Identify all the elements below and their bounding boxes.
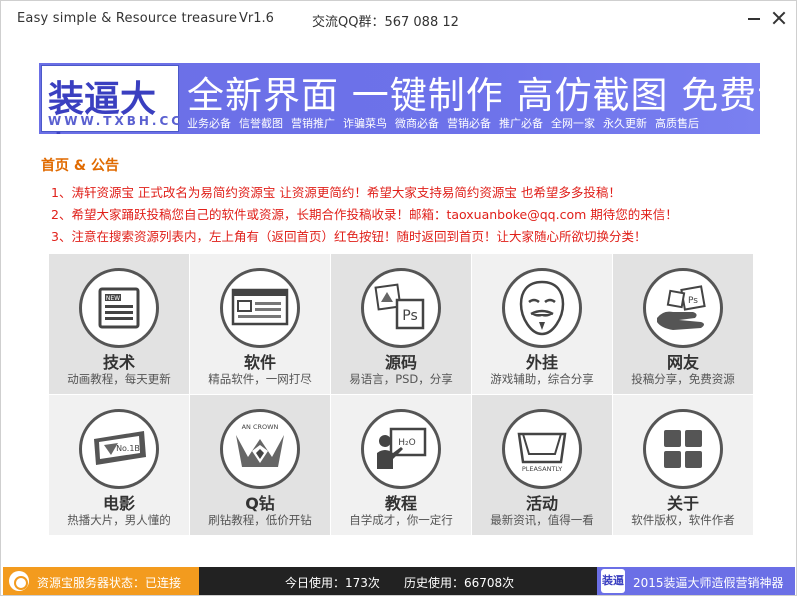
notice-item: 2、希望大家踊跃投稿您自己的软件或资源，长期合作投稿收录！邮箱：taoxuanb… — [51, 207, 678, 222]
promo-banner[interactable]: 装逼大师 WWW.TXBH.CC 全新界面 一键制作 高仿截图 免费试用 业务必… — [39, 63, 760, 134]
banner-logo: 装逼大师 WWW.TXBH.CC — [41, 65, 180, 134]
banner-tag: 营销必备 — [447, 117, 491, 130]
tile-desc: 投稿分享，免费资源 — [631, 372, 735, 386]
history-usage: 历史使用：66708次 — [404, 576, 515, 590]
teacher-board-icon: H₂O — [361, 409, 441, 489]
svg-text:No.1B: No.1B — [116, 444, 140, 453]
connection-icon — [9, 571, 29, 591]
tile-netfriend[interactable]: Ps 网友 投稿分享，免费资源 — [613, 254, 753, 394]
banner-tag: 高质售后 — [655, 117, 699, 130]
svg-text:Ps: Ps — [688, 296, 698, 306]
app-window: Easy simple & Resource treasure Vr1.6 交流… — [0, 0, 797, 596]
tile-cheat[interactable]: 外挂 游戏辅助，综合分享 — [472, 254, 612, 394]
banner-tag: 业务必备 — [187, 117, 231, 130]
banner-tag: 永久更新 — [603, 117, 647, 130]
tile-title: 电影 — [102, 494, 135, 513]
film-icon: No.1B — [79, 409, 159, 489]
tile-title: Q钻 — [245, 494, 275, 513]
tile-title: 外挂 — [525, 353, 558, 372]
software-window-icon — [220, 268, 300, 348]
tile-title: 技术 — [102, 353, 135, 372]
banner-tags: 业务必备 信誉截图 营销推广 诈骗菜鸟 微商必备 营销必备 推广必备 全网一家 … — [187, 115, 699, 131]
tile-title: 关于 — [666, 494, 699, 513]
today-usage: 今日使用：173次 — [285, 576, 380, 590]
crown-caption: AN CROWN — [242, 423, 279, 431]
banner-tag: 诈骗菜鸟 — [343, 117, 387, 130]
tile-desc: 最新资讯，值得一看 — [490, 513, 594, 527]
tile-desc: 软件版权，软件作者 — [631, 513, 735, 527]
hand-icon: Ps — [643, 268, 723, 348]
tile-desc: 热播大片，男人懂的 — [67, 513, 171, 527]
tile-software[interactable]: 软件 精品软件，一网打尽 — [190, 254, 330, 394]
promo-logo-icon: 装逼 — [601, 569, 625, 593]
banner-slogan: 全新界面 一键制作 高仿截图 免费试用 — [187, 74, 760, 117]
photoshop-icon: Ps — [361, 268, 441, 348]
tile-title: 软件 — [243, 353, 276, 372]
notice-item: 1、涛轩资源宝 正式改名为易简约资源宝 让资源更简约！希望大家支持易简约资源宝 … — [51, 185, 621, 200]
qq-group-label: 交流QQ群：567 088 12 — [312, 15, 459, 30]
tile-desc: 自学成才，你一定行 — [349, 513, 453, 527]
notice-list: 1、涛轩资源宝 正式改名为易简约资源宝 让资源更简约！希望大家支持易简约资源宝 … — [51, 182, 678, 248]
grid-apps-icon — [643, 409, 723, 489]
tile-movie[interactable]: No.1B 电影 热播大片，男人懂的 — [49, 395, 189, 535]
notice-item: 3、注意在搜索资源列表内，左上角有（返回首页）红色按钮！随时返回到首页！让大家随… — [51, 229, 647, 244]
tile-desc: 刷钻教程，低价开钻 — [208, 513, 312, 527]
gift-caption: PLEASANTLY — [522, 465, 562, 473]
tile-about[interactable]: 关于 软件版权，软件作者 — [613, 395, 753, 535]
tile-tech[interactable]: NEW 技术 动画教程，每天更新 — [49, 254, 189, 394]
promo-link[interactable]: 装逼 2015装逼大师造假营销神器 — [597, 567, 795, 595]
tile-title: 活动 — [525, 494, 558, 513]
tile-desc: 易语言，PSD，分享 — [349, 372, 453, 386]
tile-desc: 动画教程，每天更新 — [67, 372, 171, 386]
tile-source[interactable]: Ps 源码 易语言，PSD，分享 — [331, 254, 471, 394]
tile-title: 网友 — [666, 353, 699, 372]
category-grid: NEW 技术 动画教程，每天更新 软件 精品软件，一网打尽 Ps 源码 易语言，… — [49, 254, 753, 535]
promo-text: 2015装逼大师造假营销神器 — [633, 576, 784, 590]
tile-tutorial[interactable]: H₂O 教程 自学成才，你一定行 — [331, 395, 471, 535]
app-version: Vr1.6 — [239, 11, 274, 26]
banner-tag: 信誉截图 — [239, 117, 283, 130]
notice-heading: 首页 & 公告 — [41, 158, 119, 174]
usage-stats: 今日使用：173次 历史使用：66708次 — [199, 567, 597, 595]
app-title: Easy simple & Resource treasure — [17, 11, 238, 26]
tile-title: 源码 — [384, 353, 417, 372]
svg-text:NEW: NEW — [106, 295, 120, 302]
close-button[interactable] — [768, 7, 790, 29]
svg-text:H₂O: H₂O — [398, 438, 415, 448]
newspaper-icon: NEW — [79, 268, 159, 348]
banner-tag: 推广必备 — [499, 117, 543, 130]
banner-logo-url: WWW.TXBH.CC — [48, 114, 184, 128]
tile-activity[interactable]: PLEASANTLY 活动 最新资讯，值得一看 — [472, 395, 612, 535]
server-status-text: 资源宝服务器状态：已连接 — [37, 576, 182, 590]
gift-box-icon: PLEASANTLY — [502, 409, 582, 489]
status-bar: 资源宝服务器状态：已连接 今日使用：173次 历史使用：66708次 装逼 20… — [1, 567, 796, 595]
svg-text:Ps: Ps — [402, 308, 418, 324]
server-status: 资源宝服务器状态：已连接 — [3, 567, 199, 595]
tile-desc: 精品软件，一网打尽 — [208, 372, 312, 386]
crown-diamond-icon: AN CROWN — [220, 409, 300, 489]
minimize-button[interactable] — [743, 7, 765, 29]
tile-title: 教程 — [384, 494, 417, 513]
banner-tag: 营销推广 — [291, 117, 335, 130]
banner-tag: 微商必备 — [395, 117, 439, 130]
title-bar[interactable]: Easy simple & Resource treasure Vr1.6 交流… — [1, 1, 796, 37]
tile-qdiamond[interactable]: AN CROWN Q钻 刷钻教程，低价开钻 — [190, 395, 330, 535]
tile-desc: 游戏辅助，综合分享 — [490, 372, 594, 386]
banner-tag: 全网一家 — [551, 117, 595, 130]
anonymous-mask-icon — [502, 268, 582, 348]
